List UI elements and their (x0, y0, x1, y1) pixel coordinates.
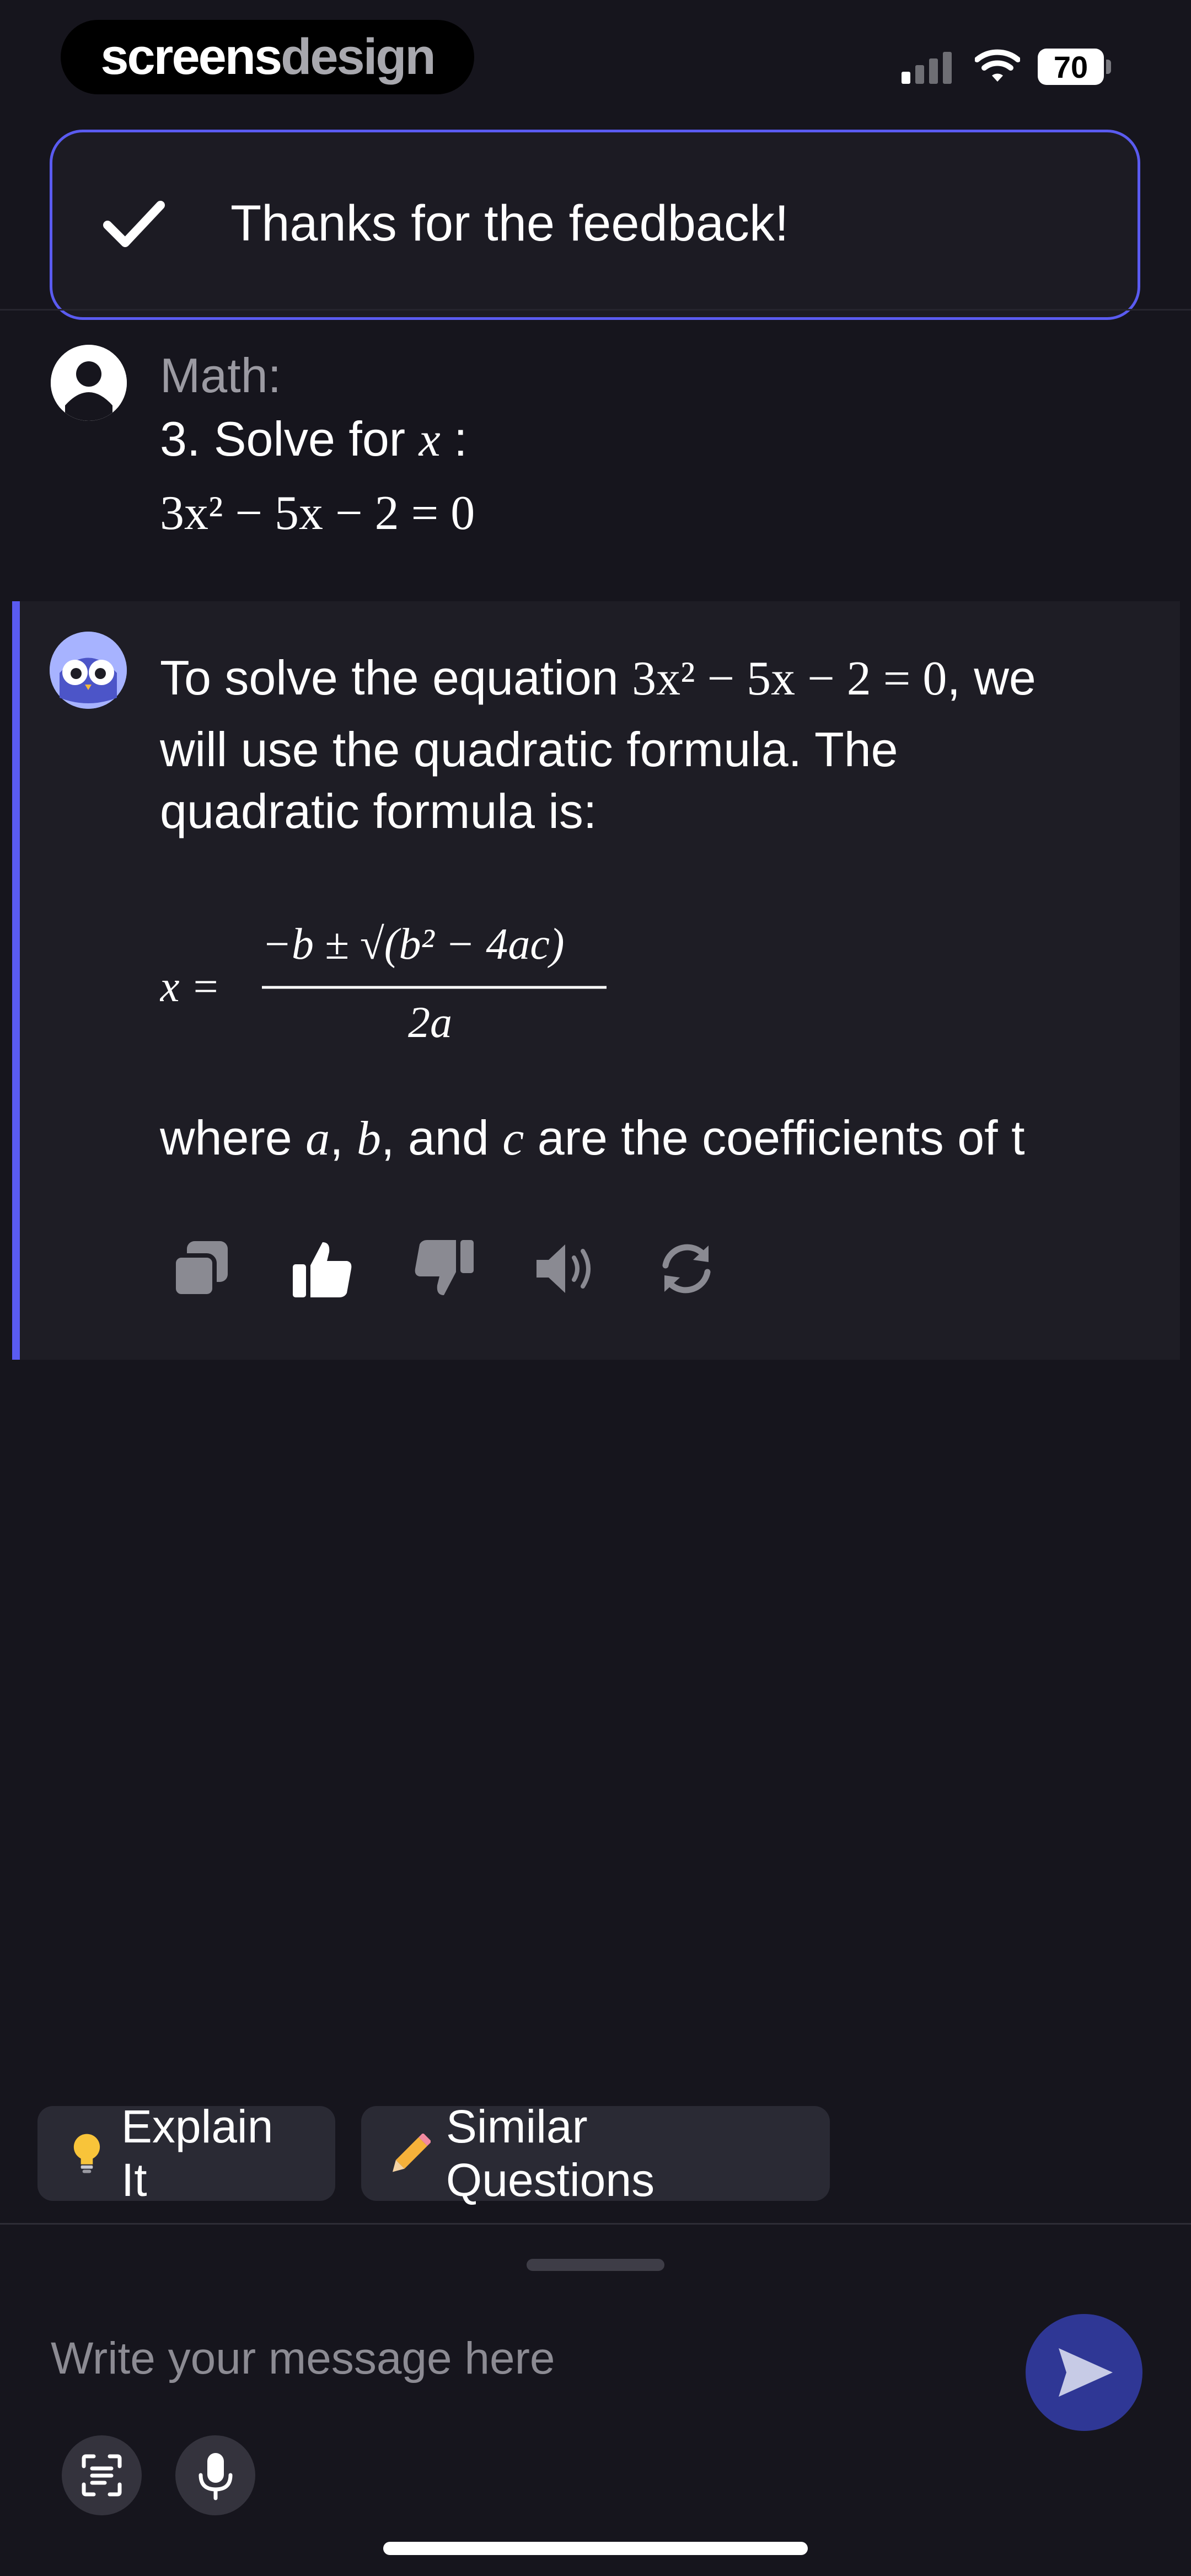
battery-level: 70 (1053, 49, 1088, 84)
owl-icon (50, 632, 127, 709)
question-equation: 3x² − 5x − 2 = 0 (160, 487, 475, 540)
signal-icon (902, 49, 957, 84)
formula-denominator: 2a (408, 998, 452, 1047)
brand-logo-part2: design (281, 29, 436, 85)
lightbulb-icon (73, 2134, 100, 2173)
battery-tip (1106, 60, 1111, 74)
explain-it-label: Explain It (121, 2101, 273, 2206)
wifi-icon (975, 49, 1020, 82)
similar-questions-chip[interactable]: Similar Questions (361, 2101, 830, 2206)
question-suffix: : (440, 411, 468, 466)
question-text: 3. Solve for x : (160, 411, 468, 468)
thumbs-down-button[interactable] (403, 1233, 485, 1305)
brand-logo: screens design (61, 20, 474, 94)
copy-icon (171, 1241, 228, 1298)
microphone-icon (198, 2453, 233, 2500)
scan-text-button[interactable] (62, 2435, 142, 2515)
pencil-icon (392, 2134, 431, 2172)
speaker-icon (537, 1244, 591, 1293)
question-subject: Math: (160, 348, 282, 403)
answer-line-2: will use the quadratic formula. The (160, 722, 898, 777)
answer-inline-equation: 3x² − 5x − 2 = 0 (632, 652, 947, 706)
answer-line-3: quadratic formula is: (160, 784, 597, 838)
answer-line-1-suffix: , we (947, 650, 1036, 705)
answer-actions (160, 1233, 728, 1305)
similar-questions-label: Similar Questions (446, 2101, 655, 2206)
brand-logo-part1: screens (100, 29, 282, 85)
message-input[interactable] (50, 2322, 989, 2395)
check-icon (103, 201, 165, 247)
answer-line-1-prefix: To solve the equation (160, 650, 619, 705)
coefficient-c: c (502, 1112, 524, 1166)
composer-divider (0, 2223, 1191, 2225)
battery-icon: 70 (1038, 49, 1104, 85)
answer-line-4-suffix: are the coefficients of t (537, 1110, 1025, 1165)
owl-avatar (50, 632, 127, 709)
thumbs-up-icon (293, 1242, 352, 1297)
header-divider (0, 309, 1191, 311)
thumbs-down-icon (415, 1240, 474, 1295)
quadratic-formula: x = −b ± √(b² − 4ac) 2a (160, 920, 607, 1047)
send-button[interactable] (1026, 2314, 1142, 2431)
user-avatar (51, 345, 127, 421)
speaker-button[interactable] (524, 1233, 607, 1305)
question-prefix: 3. Solve for (160, 411, 406, 466)
answer-accent-bar (12, 601, 20, 1360)
send-icon (1059, 2348, 1113, 2397)
thumbs-up-button[interactable] (281, 1233, 364, 1305)
answer-line-4-prefix: where (160, 1110, 292, 1165)
explain-it-chip[interactable]: Explain It (37, 2101, 335, 2206)
copy-button[interactable] (160, 1233, 243, 1305)
user-icon (51, 345, 127, 421)
answer-line-4-mid: and (407, 1110, 489, 1165)
scan-text-icon (82, 2454, 122, 2497)
microphone-button[interactable] (175, 2435, 255, 2515)
coefficient-b: b (357, 1112, 382, 1166)
answer-line-4: where a, b, and c are the coefficients o… (160, 1110, 1025, 1166)
formula-lhs: x = (160, 963, 221, 1011)
coefficient-a: a (305, 1112, 330, 1166)
home-indicator[interactable] (383, 2542, 808, 2555)
regenerate-icon (662, 1244, 711, 1294)
answer-line-1: To solve the equation 3x² − 5x − 2 = 0, … (160, 650, 1036, 707)
question-variable: x (419, 413, 441, 467)
formula-numerator: −b ± √(b² − 4ac) (262, 920, 565, 969)
toast-message: Thanks for the feedback! (230, 195, 789, 252)
drag-handle[interactable] (527, 2259, 664, 2271)
regenerate-button[interactable] (645, 1233, 728, 1305)
